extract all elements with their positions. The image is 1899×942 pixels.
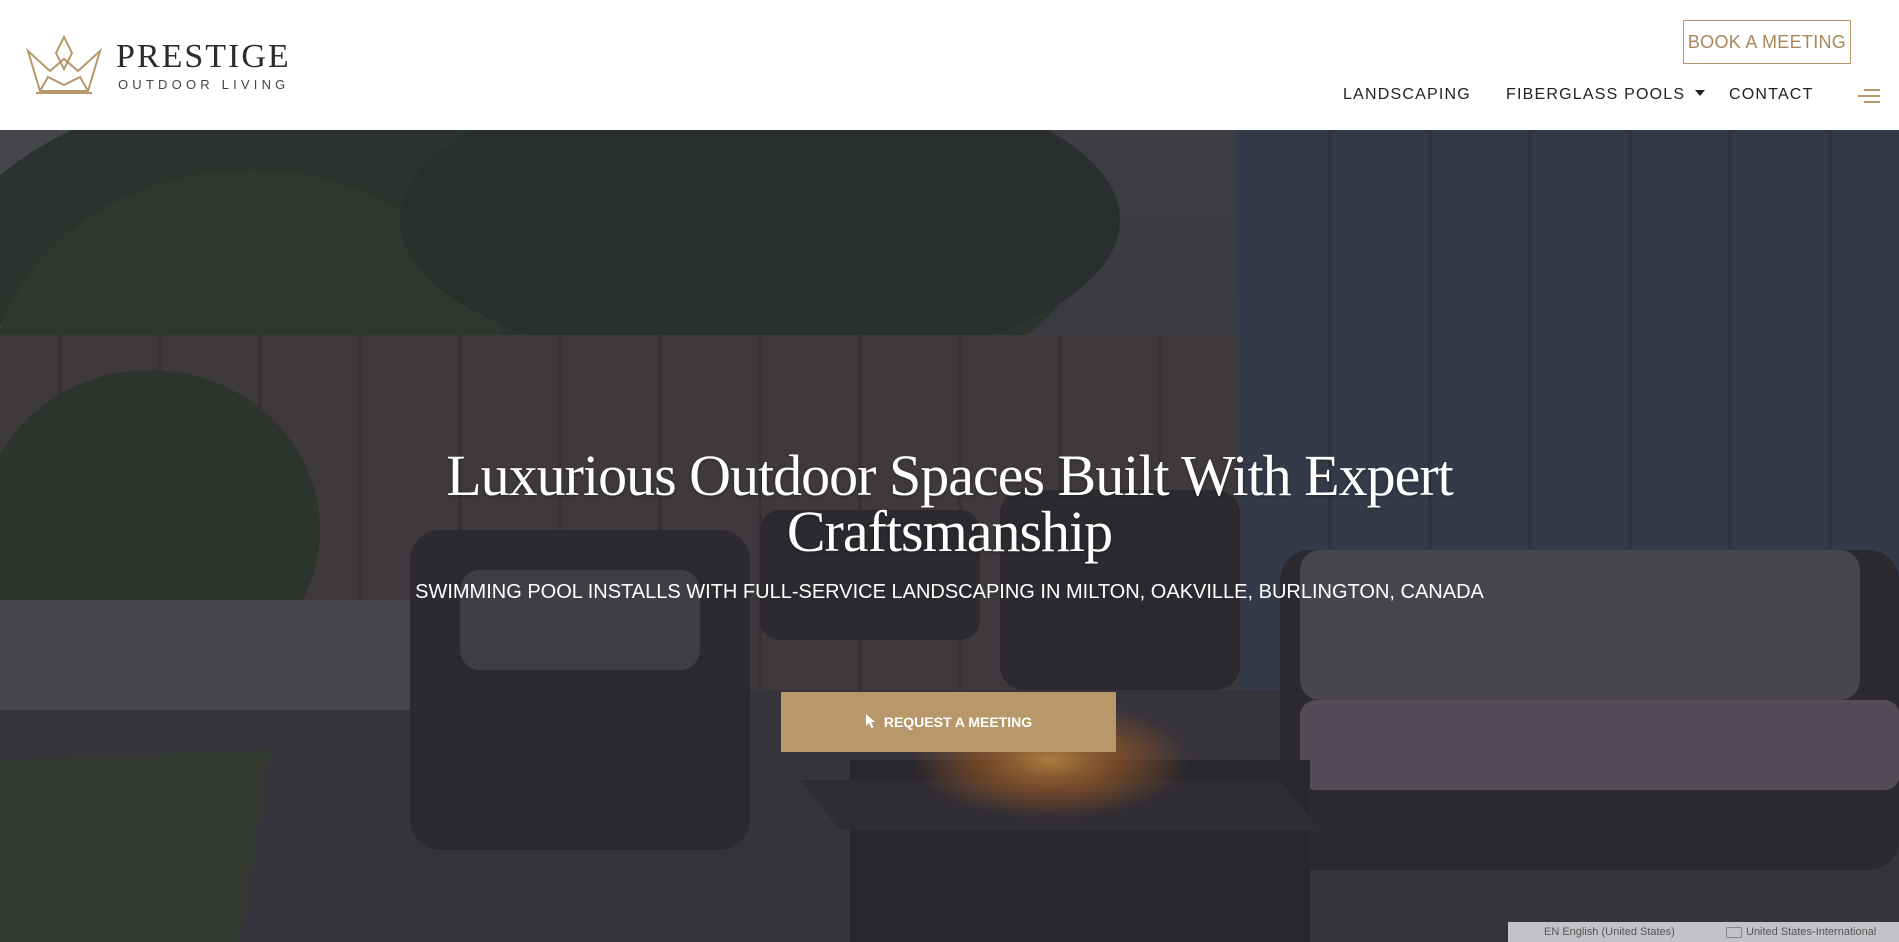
hero-subtitle: SWIMMING POOL INSTALLS WITH FULL-SERVICE… bbox=[415, 581, 1484, 603]
keyboard-icon bbox=[1726, 926, 1742, 938]
hero-section: Luxurious Outdoor Spaces Built With Expe… bbox=[0, 130, 1899, 942]
cursor-pointer-icon bbox=[865, 713, 876, 732]
nav-fiberglass-pools[interactable]: FIBERGLASS POOLS bbox=[1506, 86, 1706, 104]
book-meeting-button[interactable]: BOOK A MEETING bbox=[1683, 20, 1851, 64]
chevron-down-icon bbox=[1695, 89, 1706, 96]
keyboard-layout: United States-International bbox=[1746, 926, 1877, 938]
hamburger-menu-icon[interactable] bbox=[1858, 88, 1880, 104]
request-meeting-label: REQUEST A MEETING bbox=[883, 714, 1033, 730]
brand-tagline: OUTDOOR LIVING bbox=[118, 76, 290, 92]
request-meeting-button[interactable]: REQUEST A MEETING bbox=[781, 692, 1116, 752]
crown-icon bbox=[26, 33, 102, 95]
language-indicator[interactable]: EN English (United States) bbox=[1544, 926, 1675, 938]
hero-title: Luxurious Outdoor Spaces Built With Expe… bbox=[446, 443, 1454, 564]
site-header: PRESTIGE OUTDOOR LIVING BOOK A MEETING L… bbox=[0, 0, 1899, 130]
nav-landscaping[interactable]: LANDSCAPING bbox=[1343, 86, 1471, 104]
nav-contact[interactable]: CONTACT bbox=[1729, 86, 1814, 104]
logo[interactable]: PRESTIGE OUTDOOR LIVING bbox=[26, 33, 291, 95]
brand-name: PRESTIGE bbox=[116, 37, 291, 75]
os-language-bar: EN English (United States) United States… bbox=[1508, 922, 1899, 942]
